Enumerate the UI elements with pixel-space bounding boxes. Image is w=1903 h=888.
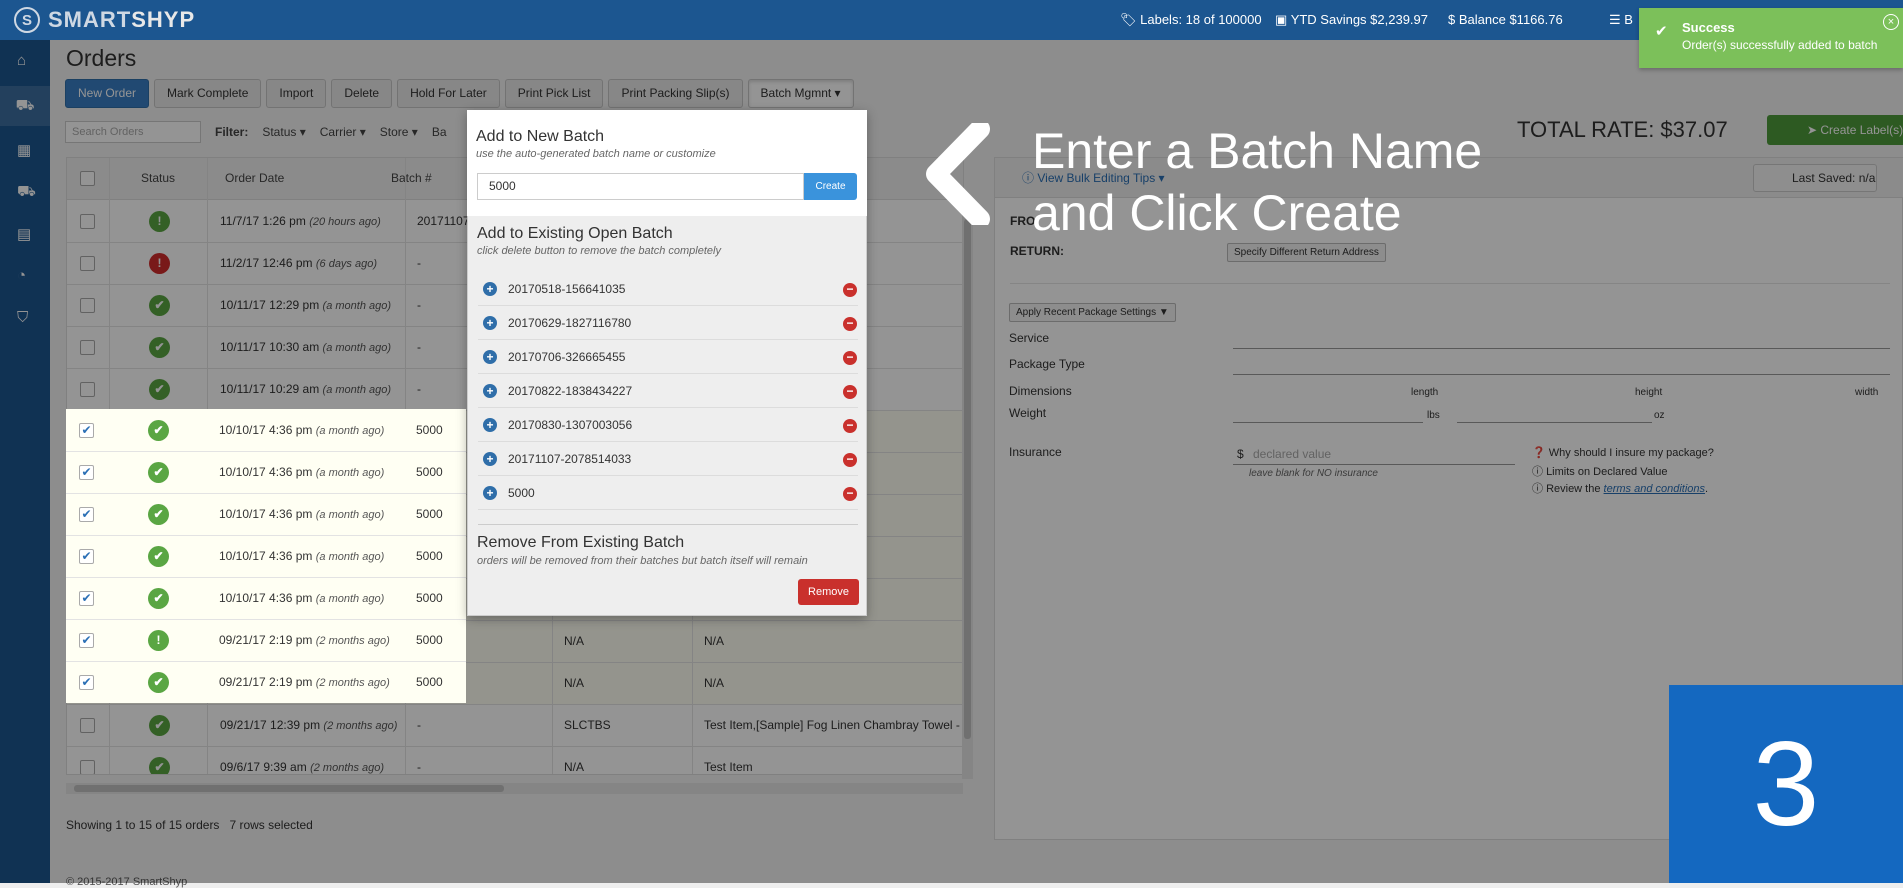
status-icon: ✔ xyxy=(148,504,169,525)
batch-name-input[interactable]: 5000 xyxy=(477,173,804,200)
row-checkbox[interactable]: ✔ xyxy=(79,549,94,564)
add-to-batch-icon[interactable]: + xyxy=(483,350,497,364)
delete-batch-icon[interactable]: − xyxy=(843,487,857,501)
table-row[interactable]: ✔ ✔ 10/10/17 4:36 pm (a month ago) 5000 xyxy=(66,452,466,494)
batch-name: 20170518-156641035 xyxy=(508,282,626,296)
logo-text: SMARTSHYP xyxy=(48,7,196,32)
table-row[interactable]: ✔!09/21/17 2:19 pm (2 months ago)5000N/A… xyxy=(66,620,466,662)
order-date: 10/10/17 4:36 pm (a month ago) xyxy=(219,507,385,521)
step-number: 3 xyxy=(1669,685,1903,883)
row-checkbox[interactable]: ✔ xyxy=(79,633,94,648)
existing-batch-title: Add to Existing Open Batch xyxy=(477,225,673,242)
order-date: 09/21/17 2:19 pm (2 months ago) xyxy=(219,675,390,689)
order-date: 10/10/17 4:36 pm (a month ago) xyxy=(219,591,385,605)
order-date: 09/21/17 2:19 pm (2 months ago) xyxy=(219,633,390,647)
delete-batch-icon[interactable]: − xyxy=(843,385,857,399)
add-to-batch-icon[interactable]: + xyxy=(483,486,497,500)
batch-name: 20170706-326665455 xyxy=(508,350,626,364)
toast-message: Order(s) successfully added to batch xyxy=(1682,38,1878,52)
batch-number: 5000 xyxy=(416,423,443,437)
add-to-batch-icon[interactable]: + xyxy=(483,316,497,330)
batch-number: 5000 xyxy=(416,591,443,605)
delete-batch-icon[interactable]: − xyxy=(843,283,857,297)
logo-icon: S xyxy=(14,7,40,33)
create-batch-button[interactable]: Create xyxy=(804,173,857,200)
batch-name: 20170629-1827116780 xyxy=(508,316,632,330)
balance[interactable]: $ Balance $1166.76 xyxy=(1448,12,1563,27)
toast-title: Success xyxy=(1682,20,1735,35)
status-icon: ✔ xyxy=(148,462,169,483)
order-date: 10/10/17 4:36 pm (a month ago) xyxy=(219,423,385,437)
batch-list-item[interactable]: +20171107-2078514033 − xyxy=(478,443,858,476)
batch-list-item[interactable]: +20170822-1838434227 − xyxy=(478,375,858,408)
new-batch-title: Add to New Batch xyxy=(476,128,605,145)
labels-count[interactable]: 🏷 Labels: 18 of 100000 xyxy=(1120,12,1262,28)
remove-batch-subtitle: orders will be removed from their batche… xyxy=(477,555,808,567)
row-checkbox[interactable]: ✔ xyxy=(79,423,94,438)
table-row[interactable]: ✔ ✔ 10/10/17 4:36 pm (a month ago) 5000 xyxy=(66,494,466,536)
instruction-callout: Enter a Batch Name and Click Create xyxy=(1032,123,1483,241)
batches-menu[interactable]: ☰ B xyxy=(1609,12,1633,28)
check-icon: ✔ xyxy=(1655,23,1668,40)
status-icon: ✔ xyxy=(148,672,169,693)
new-batch-subtitle: use the auto-generated batch name or cus… xyxy=(476,148,716,160)
status-icon: ✔ xyxy=(148,420,169,441)
batch-number: 5000 xyxy=(416,507,443,521)
batch-number: 5000 xyxy=(416,465,443,479)
chevron-left-icon xyxy=(926,123,990,225)
batch-name: 5000 xyxy=(508,486,535,500)
top-bar: S SMARTSHYP 🏷 Labels: 18 of 100000 ▣ YTD… xyxy=(0,0,1903,40)
add-to-batch-icon[interactable]: + xyxy=(483,418,497,432)
remove-button[interactable]: Remove xyxy=(798,579,859,605)
add-to-batch-icon[interactable]: + xyxy=(483,282,497,296)
batch-number: 5000 xyxy=(416,675,443,689)
status-icon: ✔ xyxy=(148,588,169,609)
logo[interactable]: S SMARTSHYP xyxy=(14,7,195,33)
ytd-savings[interactable]: ▣ YTD Savings $2,239.97 xyxy=(1275,12,1428,28)
batch-list-item[interactable]: +20170830-1307003056 − xyxy=(478,409,858,442)
batch-name: 20171107-2078514033 xyxy=(508,452,632,466)
success-toast: ✔ Success Order(s) successfully added to… xyxy=(1639,8,1903,68)
batch-list-item[interactable]: +5000 − xyxy=(478,477,858,510)
table-row[interactable]: ✔ ✔ 10/10/17 4:36 pm (a month ago) 5000 xyxy=(66,578,466,620)
order-date: 10/10/17 4:36 pm (a month ago) xyxy=(219,465,385,479)
dollar-icon: $ xyxy=(1448,12,1456,27)
money-icon: ▣ xyxy=(1275,12,1288,27)
remove-batch-title: Remove From Existing Batch xyxy=(477,534,685,551)
batch-name: 20170830-1307003056 xyxy=(508,418,633,432)
table-row[interactable]: ✔ ✔ 10/10/17 4:36 pm (a month ago) 5000 xyxy=(66,410,466,452)
delete-batch-icon[interactable]: − xyxy=(843,317,857,331)
list-icon: ☰ xyxy=(1609,12,1621,27)
delete-batch-icon[interactable]: − xyxy=(843,419,857,433)
selected-rows-highlight: ✔ ✔ 10/10/17 4:36 pm (a month ago) 5000 ✔ ✔ 10… xyxy=(66,409,466,703)
row-checkbox[interactable]: ✔ xyxy=(79,507,94,522)
table-row[interactable]: ✔ ✔ 10/10/17 4:36 pm (a month ago) 5000 xyxy=(66,536,466,578)
batch-number: 5000 xyxy=(416,633,443,647)
order-date: 10/10/17 4:36 pm (a month ago) xyxy=(219,549,385,563)
batch-number: 5000 xyxy=(416,549,443,563)
status-icon: ✔ xyxy=(148,546,169,567)
table-row[interactable]: ✔✔09/21/17 2:19 pm (2 months ago)5000N/A… xyxy=(66,662,466,703)
add-to-batch-icon[interactable]: + xyxy=(483,384,497,398)
batch-list-item[interactable]: +20170518-156641035 − xyxy=(478,273,858,306)
new-batch-section: Add to New Batch use the auto-generated … xyxy=(467,110,867,216)
delete-batch-icon[interactable]: − xyxy=(843,453,857,467)
row-checkbox[interactable]: ✔ xyxy=(79,465,94,480)
close-icon[interactable]: × xyxy=(1883,14,1899,30)
existing-batch-subtitle: click delete button to remove the batch … xyxy=(477,245,721,257)
tag-icon: 🏷 xyxy=(1120,12,1137,27)
batch-name: 20170822-1838434227 xyxy=(508,384,633,398)
delete-batch-icon[interactable]: − xyxy=(843,351,857,365)
row-checkbox[interactable]: ✔ xyxy=(79,675,94,690)
batch-list-item[interactable]: +20170706-326665455 − xyxy=(478,341,858,374)
add-to-batch-icon[interactable]: + xyxy=(483,452,497,466)
row-checkbox[interactable]: ✔ xyxy=(79,591,94,606)
batch-list-item[interactable]: +20170629-1827116780 − xyxy=(478,307,858,340)
status-icon: ! xyxy=(148,630,169,651)
